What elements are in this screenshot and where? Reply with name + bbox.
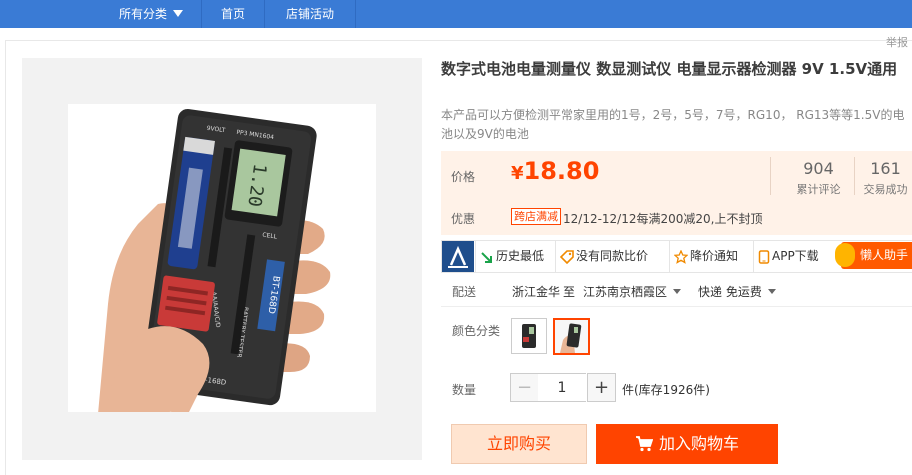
price-label: 价格: [451, 170, 476, 184]
add-to-cart-button[interactable]: 加入购物车: [596, 424, 778, 464]
app-download-label: APP下载: [772, 249, 819, 263]
report-link[interactable]: 举报: [886, 34, 908, 50]
app-download-button[interactable]: APP下载: [753, 241, 823, 272]
price-number: 18.80: [523, 157, 600, 185]
reviews-label: 累计评论: [796, 183, 841, 196]
price-alert-button[interactable]: 降价通知: [669, 241, 742, 272]
buy-now-button[interactable]: 立即购买: [451, 424, 587, 464]
quantity-increase-button[interactable]: +: [587, 373, 616, 402]
shipping-destination: 江苏南京栖霞区: [583, 285, 668, 299]
currency-symbol: ¥: [511, 163, 524, 184]
caret-down-icon: [673, 289, 682, 294]
phone-icon: [758, 249, 770, 264]
divider: [441, 306, 912, 307]
color-label: 颜色分类: [452, 324, 501, 338]
sales-label: 交易成功: [863, 183, 908, 196]
reviews-stat[interactable]: 904 累计评论: [786, 159, 851, 197]
nav-store-events[interactable]: 店铺活动: [265, 0, 356, 28]
price-value: ¥18.80: [511, 157, 599, 185]
shipping-label: 配送: [452, 285, 477, 299]
history-low-button[interactable]: 历史最低: [475, 241, 548, 272]
caret-down-icon: [767, 289, 776, 294]
device-in-hand-thumbnail-icon: [555, 320, 588, 353]
price-panel: 价格 ¥18.80 904 累计评论 161 交易成功 优惠 跨店满减 12/1…: [441, 151, 912, 235]
cart-icon: [635, 436, 654, 452]
color-option-1[interactable]: [511, 318, 547, 354]
tag-icon: [559, 249, 574, 264]
nav-home[interactable]: 首页: [202, 0, 265, 28]
color-option-2-selected[interactable]: [553, 318, 590, 355]
promo-label: 优惠: [451, 212, 476, 226]
nav-all-categories-label: 所有分类: [118, 7, 167, 21]
divider: [770, 157, 771, 195]
top-nav: 所有分类 首页 店铺活动: [0, 0, 912, 28]
shipping-to: 至: [563, 285, 576, 299]
promo-text: 12/12-12/12每满200减20,上不封顶: [563, 212, 763, 226]
product-description: 本产品可以方便检测平常家里用的1号，2号，5号，7号，RG10， RG13等等1…: [441, 108, 905, 141]
history-low-label: 历史最低: [496, 249, 545, 263]
device-thumbnail-icon: [522, 324, 536, 348]
lazy-helper-label: 懒人助手: [860, 248, 909, 262]
stock-info: 件(库存1926件): [622, 383, 710, 397]
product-image[interactable]: 1.20 9VOLT PP3 MN1604 CELL BT-168D BATTE…: [68, 104, 376, 412]
lazy-helper-button[interactable]: 懒人助手: [835, 242, 912, 269]
quantity-decrease-button[interactable]: −: [510, 373, 539, 402]
nav-store-events-label: 店铺活动: [285, 7, 334, 21]
star-icon: [673, 248, 689, 264]
price-alert-label: 降价通知: [690, 249, 739, 263]
helper-mascot-icon: [835, 243, 855, 267]
add-to-cart-label: 加入购物车: [658, 434, 739, 453]
reviews-count: 904: [803, 159, 834, 178]
shipping-destination-select[interactable]: 江苏南京栖霞区: [583, 283, 682, 300]
nav-all-categories[interactable]: 所有分类: [101, 0, 202, 28]
compare-button[interactable]: 没有同款比价: [555, 241, 652, 272]
sales-stat[interactable]: 161 交易成功: [859, 159, 912, 197]
caret-down-icon: [173, 10, 183, 17]
promo-badge[interactable]: 跨店满减: [511, 208, 561, 225]
quantity-label: 数量: [452, 383, 477, 397]
product-title: 数字式电池电量测量仪 数显测试仪 电量显示器检测器 9V 1.5V通用: [441, 60, 898, 78]
shipping-method-select[interactable]: 快递 免运费: [698, 283, 776, 300]
compare-label: 没有同款比价: [576, 249, 649, 263]
battery-tester-illustration: 1.20 9VOLT PP3 MN1604 CELL BT-168D BATTE…: [98, 108, 331, 412]
helper-logo-icon[interactable]: [442, 241, 474, 272]
shipping-origin: 浙江金华: [512, 285, 561, 299]
sales-count: 161: [870, 159, 901, 178]
shipping-method: 快递 免运费: [698, 285, 762, 299]
nav-home-label: 首页: [220, 7, 245, 21]
quantity-input[interactable]: [538, 373, 586, 402]
divider: [854, 157, 855, 195]
trend-down-icon: [481, 251, 492, 263]
